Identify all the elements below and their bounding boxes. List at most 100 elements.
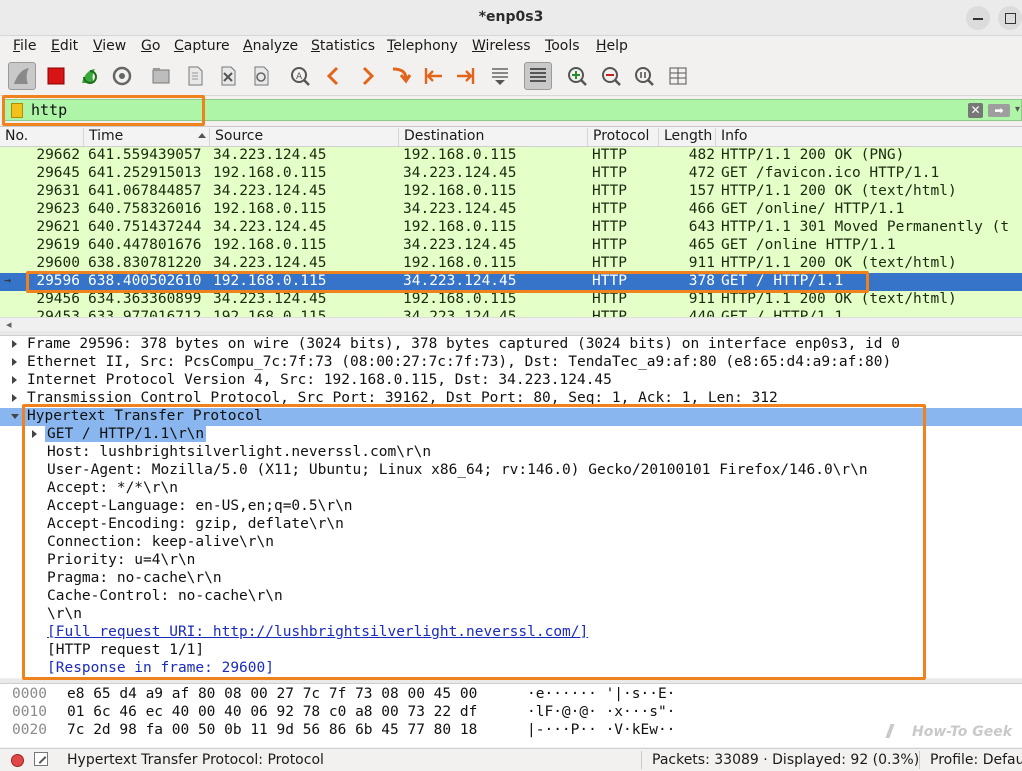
capture-comment-icon[interactable] bbox=[34, 752, 48, 766]
menu-view[interactable]: View bbox=[93, 38, 126, 54]
close-file-icon[interactable] bbox=[214, 62, 242, 90]
http-accept[interactable]: Accept: */*\r\n bbox=[0, 480, 1022, 498]
packet-row[interactable]: 29623 640.758326016 192.168.0.115 34.223.12… bbox=[0, 201, 1022, 219]
http-accept-encoding[interactable]: Accept-Encoding: gzip, deflate\r\n bbox=[0, 516, 1022, 534]
save-file-icon[interactable] bbox=[181, 62, 209, 90]
http-pragma[interactable]: Pragma: no-cache\r\n bbox=[0, 570, 1022, 588]
http-user-agent[interactable]: User-Agent: Mozilla/5.0 (X11; Ubuntu; Li… bbox=[0, 462, 1022, 480]
collapse-icon[interactable] bbox=[11, 414, 19, 419]
cell-len: 465 bbox=[688, 237, 715, 253]
bytes-row: 0000 e8 65 d4 a9 af 80 08 00 27 7c 7f 73… bbox=[12, 686, 676, 702]
menu-go[interactable]: Go bbox=[141, 38, 160, 54]
reload-file-icon[interactable] bbox=[247, 62, 275, 90]
resize-columns-icon[interactable] bbox=[664, 62, 692, 90]
tree-ethernet[interactable]: Ethernet II, Src: PcsCompu_7c:7f:73 (08:… bbox=[0, 354, 1022, 372]
packet-row[interactable]: 29456 634.363360899 34.223.124.45 192.168.0… bbox=[0, 291, 1022, 309]
packet-list[interactable]: No. Time Source Destination Protocol Len… bbox=[0, 126, 1022, 331]
menu-help[interactable]: Help bbox=[596, 38, 628, 54]
menu-tools[interactable]: Tools bbox=[545, 38, 580, 54]
tree-frame[interactable]: Frame 29596: 378 bytes on wire (3024 bit… bbox=[0, 336, 1022, 354]
column-protocol[interactable]: Protocol bbox=[588, 128, 659, 146]
cell-info: HTTP/1.1 200 OK (text/html) bbox=[721, 291, 957, 307]
menu-statistics[interactable]: Statistics bbox=[311, 38, 375, 54]
packet-row[interactable]: 29631 641.067844857 34.223.124.45 192.168.0… bbox=[0, 183, 1022, 201]
packet-details[interactable]: Frame 29596: 378 bytes on wire (3024 bit… bbox=[0, 335, 1022, 678]
menu-edit[interactable]: Edit bbox=[51, 38, 78, 54]
stop-capture-icon[interactable] bbox=[42, 62, 70, 90]
column-length[interactable]: Length bbox=[659, 128, 716, 146]
last-packet-icon[interactable] bbox=[452, 62, 480, 90]
cell-info: GET / HTTP/1.1 bbox=[721, 273, 844, 289]
zoom-in-icon[interactable] bbox=[563, 62, 591, 90]
status-profile[interactable]: Profile: Default bbox=[930, 752, 1022, 768]
go-forward-icon[interactable] bbox=[353, 62, 381, 90]
cell-proto: HTTP bbox=[592, 273, 627, 289]
cell-dst: 192.168.0.115 bbox=[403, 291, 517, 307]
menu-telephony[interactable]: Telephony bbox=[387, 38, 458, 54]
shark-fin-start-icon[interactable] bbox=[8, 62, 36, 90]
column-info[interactable]: Info bbox=[716, 128, 1022, 146]
scroll-left-icon[interactable]: ◂ bbox=[6, 318, 12, 331]
http-request-count[interactable]: [HTTP request 1/1] bbox=[0, 642, 1022, 660]
menu-analyze[interactable]: Analyze bbox=[243, 38, 298, 54]
http-request-line[interactable]: GET / HTTP/1.1\r\n bbox=[0, 426, 1022, 444]
packet-row[interactable]: 29645 641.252915013 192.168.0.115 34.223.12… bbox=[0, 165, 1022, 183]
column-destination[interactable]: Destination bbox=[399, 128, 588, 146]
colorize-icon[interactable] bbox=[524, 62, 552, 90]
cell-len: 157 bbox=[688, 183, 715, 199]
filter-bookmark-icon[interactable] bbox=[11, 103, 23, 118]
filter-dropdown-icon[interactable]: ▾ bbox=[1015, 104, 1020, 115]
expand-icon[interactable] bbox=[32, 430, 37, 438]
packet-row[interactable]: 29619 640.447801676 192.168.0.115 34.223.12… bbox=[0, 237, 1022, 255]
packet-bytes[interactable]: 0000 e8 65 d4 a9 af 80 08 00 27 7c 7f 73… bbox=[0, 683, 1022, 747]
tree-ip[interactable]: Internet Protocol Version 4, Src: 192.16… bbox=[0, 372, 1022, 390]
http-connection[interactable]: Connection: keep-alive\r\n bbox=[0, 534, 1022, 552]
column-time[interactable]: Time bbox=[84, 128, 210, 146]
tree-http[interactable]: Hypertext Transfer Protocol bbox=[0, 408, 1022, 426]
status-separator bbox=[641, 751, 642, 769]
expand-icon[interactable] bbox=[12, 358, 17, 366]
first-packet-icon[interactable] bbox=[419, 62, 447, 90]
http-crlf[interactable]: \r\n bbox=[0, 606, 1022, 624]
normal-size-icon[interactable] bbox=[630, 62, 658, 90]
maximize-button[interactable] bbox=[998, 6, 1022, 30]
open-file-icon[interactable] bbox=[147, 62, 175, 90]
menu-capture[interactable]: Capture bbox=[174, 38, 230, 54]
cell-no: 29623 bbox=[36, 201, 80, 217]
http-response-frame-link[interactable]: [Response in frame: 29600] bbox=[0, 660, 1022, 678]
packet-row[interactable]: 29596 638.400502610 192.168.0.115 34.223.12… bbox=[0, 273, 1022, 291]
capture-options-icon[interactable] bbox=[108, 62, 136, 90]
restart-capture-icon[interactable] bbox=[75, 62, 103, 90]
go-back-icon[interactable] bbox=[320, 62, 348, 90]
expand-icon[interactable] bbox=[12, 394, 17, 402]
clear-filter-icon[interactable]: ✕ bbox=[968, 103, 983, 118]
cell-proto: HTTP bbox=[592, 201, 627, 217]
menu-wireless[interactable]: Wireless bbox=[472, 38, 531, 54]
packet-row[interactable]: 29621 640.751437244 34.223.124.45 192.168.0… bbox=[0, 219, 1022, 237]
http-host[interactable]: Host: lushbrightsilverlight.neverssl.com… bbox=[0, 444, 1022, 462]
packet-row[interactable]: 29600 638.830781220 34.223.124.45 192.168.0… bbox=[0, 255, 1022, 273]
expand-icon[interactable] bbox=[12, 340, 17, 348]
menu-file[interactable]: File bbox=[13, 38, 36, 54]
packet-row[interactable]: 29662 641.559439057 34.223.124.45 192.168.0… bbox=[0, 147, 1022, 165]
cell-src: 192.168.0.115 bbox=[213, 237, 327, 253]
column-source[interactable]: Source bbox=[210, 128, 399, 146]
http-accept-language[interactable]: Accept-Language: en-US,en;q=0.5\r\n bbox=[0, 498, 1022, 516]
zoom-out-icon[interactable] bbox=[597, 62, 625, 90]
http-full-uri-link[interactable]: [Full request URI: http://lushbrightsilv… bbox=[0, 624, 1022, 642]
cell-len: 911 bbox=[688, 291, 715, 307]
tree-tcp[interactable]: Transmission Control Protocol, Src Port:… bbox=[0, 390, 1022, 408]
column-no[interactable]: No. bbox=[0, 128, 84, 146]
http-cache-control[interactable]: Cache-Control: no-cache\r\n bbox=[0, 588, 1022, 606]
go-to-packet-icon[interactable] bbox=[386, 62, 414, 90]
find-packet-icon[interactable]: A bbox=[286, 62, 314, 90]
apply-filter-icon[interactable]: ➡ bbox=[988, 104, 1010, 117]
auto-scroll-icon[interactable] bbox=[486, 62, 514, 90]
expert-info-icon[interactable] bbox=[11, 754, 24, 767]
filter-value[interactable]: http bbox=[31, 101, 67, 119]
display-filter-input[interactable]: http ✕ ➡ ▾ bbox=[4, 99, 1022, 121]
packet-list-hscrollbar[interactable]: ◂ bbox=[0, 317, 1022, 331]
http-priority[interactable]: Priority: u=4\r\n bbox=[0, 552, 1022, 570]
minimize-button[interactable] bbox=[966, 6, 990, 30]
expand-icon[interactable] bbox=[12, 376, 17, 384]
